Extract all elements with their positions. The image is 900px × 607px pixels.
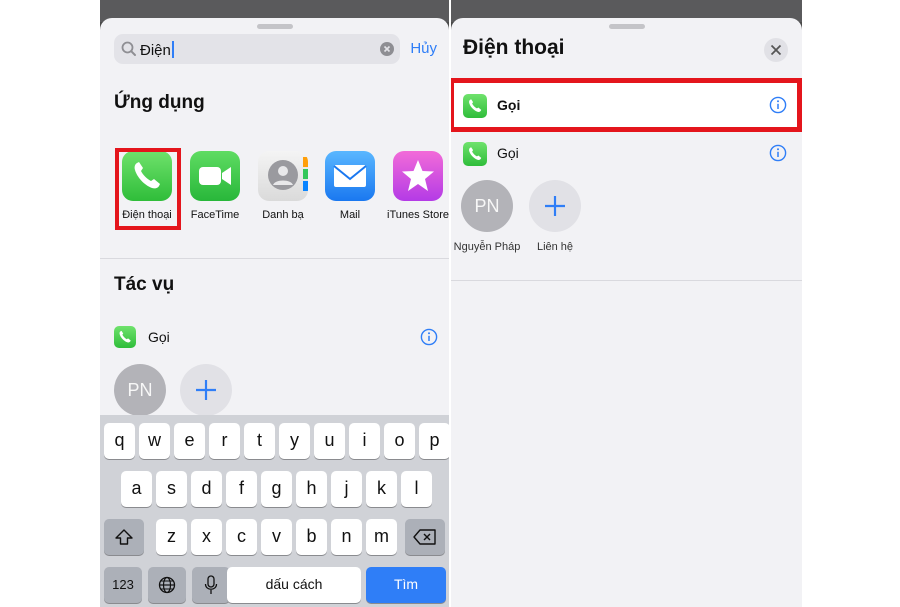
close-icon: [770, 44, 782, 56]
app-facetime[interactable]: FaceTime: [180, 151, 250, 224]
clear-text-button[interactable]: [380, 42, 394, 56]
key-w[interactable]: w: [139, 423, 170, 459]
key-n[interactable]: n: [331, 519, 362, 555]
highlight-call-row: [451, 78, 802, 132]
action-label-call: Gọi: [497, 145, 519, 161]
key-j[interactable]: j: [331, 471, 362, 507]
phone-icon: [463, 142, 487, 166]
key-g[interactable]: g: [261, 471, 292, 507]
app-mail[interactable]: Mail: [315, 151, 385, 224]
key-a[interactable]: a: [121, 471, 152, 507]
key-f[interactable]: f: [226, 471, 257, 507]
app-itunes-store[interactable]: iTunes Store: [383, 151, 449, 224]
key-e[interactable]: e: [174, 423, 205, 459]
app-label-mail: Mail: [339, 209, 361, 221]
space-key[interactable]: dấu cách: [227, 567, 361, 603]
key-o[interactable]: o: [384, 423, 415, 459]
mail-icon: [325, 151, 375, 201]
shift-icon: [115, 529, 133, 545]
backspace-icon: [413, 529, 436, 545]
key-d[interactable]: d: [191, 471, 222, 507]
key-z[interactable]: z: [156, 519, 187, 555]
key-c[interactable]: c: [226, 519, 257, 555]
add-contact-label: Liên hệ: [536, 241, 574, 253]
key-m[interactable]: m: [366, 519, 397, 555]
app-label-contacts: Danh bạ: [262, 209, 304, 221]
info-icon[interactable]: [769, 144, 787, 162]
key-x[interactable]: x: [191, 519, 222, 555]
highlight-phone-app: [115, 148, 181, 230]
app-label-itunes-store: iTunes Store: [387, 209, 449, 221]
search-go-key[interactable]: Tìm: [366, 567, 446, 603]
key-v[interactable]: v: [261, 519, 292, 555]
key-y[interactable]: y: [279, 423, 310, 459]
close-button[interactable]: [764, 38, 788, 62]
contacts-icon: [258, 151, 308, 201]
phone-icon: [114, 326, 136, 348]
page-title: Điện thoại: [463, 36, 565, 59]
divider: [100, 258, 449, 259]
action-label-call: Gọi: [148, 329, 170, 345]
text-cursor: [171, 41, 174, 58]
key-t[interactable]: t: [244, 423, 275, 459]
search-input[interactable]: Điện: [114, 34, 400, 64]
key-l[interactable]: l: [401, 471, 432, 507]
key-i[interactable]: i: [349, 423, 380, 459]
itunes-star-icon: [393, 151, 443, 201]
key-p[interactable]: p: [419, 423, 449, 459]
divider: [451, 280, 802, 281]
app-label-facetime: FaceTime: [190, 209, 240, 221]
spotlight-search-panel: Điện Hủy Ứng dụng Điện thoại FaceTime Da…: [100, 0, 449, 607]
globe-icon: [158, 576, 176, 594]
plus-icon: [196, 380, 216, 400]
apps-section-title: Ứng dụng: [114, 92, 205, 113]
numbers-key[interactable]: 123: [104, 567, 142, 603]
key-k[interactable]: k: [366, 471, 397, 507]
plus-icon: [545, 196, 565, 216]
sheet-grabber[interactable]: [608, 24, 645, 29]
facetime-icon: [190, 151, 240, 201]
key-r[interactable]: r: [209, 423, 240, 459]
key-s[interactable]: s: [156, 471, 187, 507]
info-icon[interactable]: [420, 328, 438, 346]
add-contact-button[interactable]: [180, 364, 232, 416]
search-icon: [121, 41, 136, 56]
app-contacts[interactable]: Danh bạ: [248, 151, 318, 224]
app-detail-sheet: Điện thoại Gọi Gọi PN Nguyễn Pháp Liên h…: [451, 18, 802, 607]
contact-avatar[interactable]: PN: [114, 364, 166, 416]
keyboard: q w e r t y u i o p a s d f g h j k l z …: [100, 415, 449, 607]
add-contact-button[interactable]: [529, 180, 581, 232]
key-u[interactable]: u: [314, 423, 345, 459]
actions-section-title: Tác vụ: [114, 274, 175, 295]
dictation-key[interactable]: [192, 567, 230, 603]
microphone-icon: [204, 575, 218, 594]
globe-key[interactable]: [148, 567, 186, 603]
contact-avatar[interactable]: PN: [461, 180, 513, 232]
search-query-text: Điện: [140, 42, 171, 59]
delete-key[interactable]: [405, 519, 445, 555]
shift-key[interactable]: [104, 519, 144, 555]
key-h[interactable]: h: [296, 471, 327, 507]
cancel-button[interactable]: Hủy: [410, 40, 437, 57]
app-detail-panel: Điện thoại Gọi Gọi PN Nguyễn Pháp Liên h…: [451, 0, 802, 607]
contact-name: Nguyễn Pháp: [453, 241, 521, 253]
key-b[interactable]: b: [296, 519, 327, 555]
key-q[interactable]: q: [104, 423, 135, 459]
clear-icon: [383, 45, 391, 53]
sheet-grabber[interactable]: [256, 24, 293, 29]
